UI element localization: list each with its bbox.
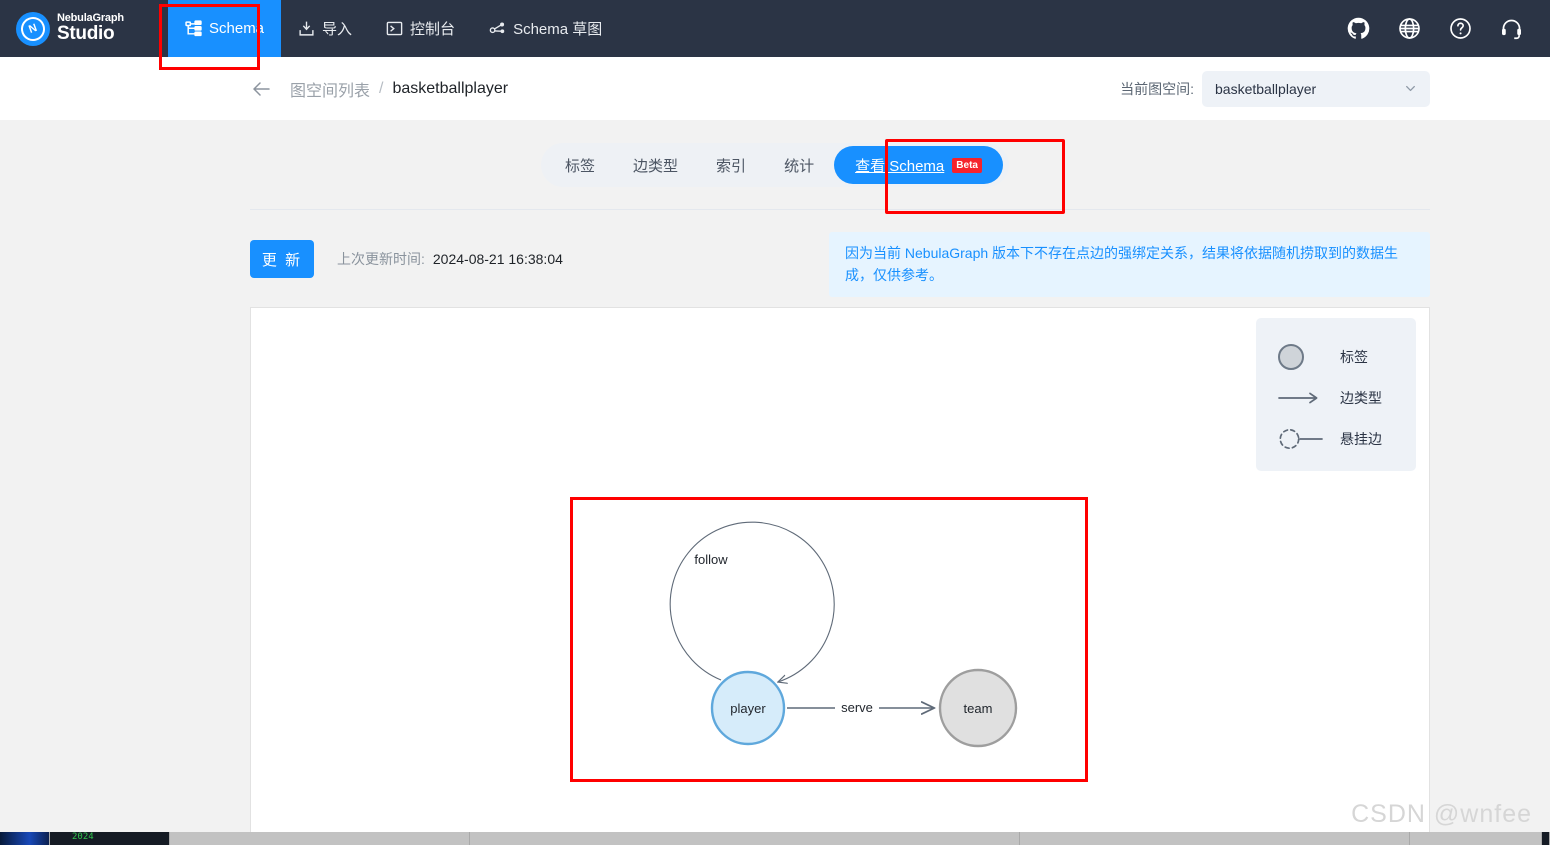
nav-item-schema[interactable]: Schema xyxy=(168,0,282,57)
nav-item-import[interactable]: 导入 xyxy=(281,0,369,57)
taskbar-tray[interactable] xyxy=(1542,832,1550,845)
globe-language-icon[interactable] xyxy=(1398,17,1421,40)
graph-space-select-value: basketballplayer xyxy=(1215,80,1317,97)
tab-tags-label: 标签 xyxy=(565,157,596,175)
schema-graph-svg: follow serve player team xyxy=(669,521,1018,748)
app-logo[interactable]: N NebulaGraph Studio xyxy=(16,11,156,46)
logo-letter: N xyxy=(17,13,49,44)
schema-tab-row: 标签 边类型 索引 统计 查看 Schema Beta xyxy=(0,120,1550,210)
nav-item-schema-sketch[interactable]: Schema 草图 xyxy=(472,0,619,57)
nav-item-schema-sketch-label: Schema 草图 xyxy=(513,21,603,38)
tab-statistics-label: 统计 xyxy=(784,157,815,175)
last-update-value: 2024-08-21 16:38:04 xyxy=(432,251,563,267)
graph-node-team-label: team xyxy=(964,701,993,716)
nav-item-console[interactable]: 控制台 xyxy=(369,0,472,57)
graph-space-select[interactable]: basketballplayer xyxy=(1202,70,1430,107)
breadcrumb-current: basketballplayer xyxy=(392,79,509,97)
import-icon xyxy=(298,20,315,37)
graph-legend: 标签 边类型 悬挂边 xyxy=(1256,318,1416,471)
tab-pill-group: 标签 边类型 索引 统计 查看 Schema Beta xyxy=(541,143,1009,187)
nebula-logo-icon: N xyxy=(16,11,50,46)
graph-sketch-icon xyxy=(489,20,506,37)
legend-item-edge-type: 边类型 xyxy=(1278,377,1416,418)
brand-name-line2: Studio xyxy=(57,23,115,45)
graph-space-label: 当前图空间: xyxy=(1120,80,1194,97)
legend-item-dangling-edge: 悬挂边 xyxy=(1278,418,1416,459)
taskbar-terminal[interactable]: 2024 xyxy=(50,832,170,845)
legend-item-edge-type-label: 边类型 xyxy=(1340,389,1382,406)
tab-indexes[interactable]: 索引 xyxy=(698,147,764,183)
top-navigation-bar: N NebulaGraph Studio Schema 导入 控制台 Schem… xyxy=(0,0,1550,57)
nav-item-schema-label: Schema xyxy=(209,20,265,37)
tab-edge-types[interactable]: 边类型 xyxy=(615,147,696,183)
legend-item-tag-label: 标签 xyxy=(1340,348,1368,365)
graph-node-player-label: player xyxy=(730,701,766,716)
tab-divider xyxy=(250,209,1430,210)
schema-notice-banner: 因为当前 NebulaGraph 版本下不存在点边的强绑定关系，结果将依据随机捞… xyxy=(829,232,1430,298)
taskbar-window-4[interactable] xyxy=(1410,832,1542,845)
tab-view-schema[interactable]: 查看 Schema Beta xyxy=(834,146,1003,184)
last-update-label: 上次更新时间: xyxy=(337,251,425,267)
tab-statistics[interactable]: 统计 xyxy=(766,147,832,183)
sitemap-icon xyxy=(185,20,202,37)
breadcrumb-parent-link[interactable]: 图空间列表 xyxy=(290,77,370,101)
last-update-info: 上次更新时间: 2024-08-21 16:38:04 xyxy=(337,249,563,269)
legend-item-dangling-edge-label: 悬挂边 xyxy=(1340,430,1382,447)
tab-edge-types-label: 边类型 xyxy=(633,157,679,175)
nav-right-icon-group xyxy=(1347,17,1523,40)
breadcrumb: 图空间列表 / basketballplayer xyxy=(290,77,508,101)
taskbar-window-1[interactable] xyxy=(170,832,470,845)
taskbar-window-2[interactable] xyxy=(470,832,1020,845)
nav-item-import-label: 导入 xyxy=(322,21,353,38)
tab-view-schema-label: 查看 Schema xyxy=(855,157,945,175)
update-button[interactable]: 更 新 xyxy=(250,240,314,278)
nav-item-list: Schema 导入 控制台 Schema 草图 xyxy=(168,0,619,57)
legend-item-tag: 标签 xyxy=(1278,336,1416,377)
schema-notice-text: 因为当前 NebulaGraph 版本下不存在点边的强绑定关系，结果将依据随机捞… xyxy=(845,245,1399,283)
edge-serve-label: serve xyxy=(841,700,873,715)
tab-tags[interactable]: 标签 xyxy=(547,147,613,183)
dashed-circle-line-icon xyxy=(1278,427,1324,451)
breadcrumb-separator: / xyxy=(379,79,384,97)
schema-graph-canvas[interactable]: follow serve player team 标签 边类型 悬挂边 xyxy=(250,307,1430,835)
help-circle-icon[interactable] xyxy=(1449,17,1472,40)
watermark: CSDN @wnfee xyxy=(1351,800,1532,828)
github-icon[interactable] xyxy=(1347,17,1370,40)
os-taskbar: 2024 xyxy=(0,832,1550,845)
arrow-left-icon[interactable] xyxy=(250,78,272,100)
taskbar-app-1[interactable] xyxy=(0,832,50,845)
graph-space-selector-group: 当前图空间: basketballplayer xyxy=(1120,70,1430,107)
tab-indexes-label: 索引 xyxy=(716,157,747,175)
headset-support-icon[interactable] xyxy=(1500,17,1523,40)
taskbar-window-3[interactable] xyxy=(1020,832,1410,845)
chevron-down-icon xyxy=(1404,82,1417,95)
nav-item-console-label: 控制台 xyxy=(410,21,456,38)
edge-follow-path xyxy=(669,521,835,682)
edge-follow-label: follow xyxy=(694,552,728,567)
arrow-icon xyxy=(1278,391,1324,405)
console-icon xyxy=(386,20,403,37)
beta-badge: Beta xyxy=(952,157,982,173)
solid-circle-icon xyxy=(1278,343,1324,370)
update-toolbar: 更 新 上次更新时间: 2024-08-21 16:38:04 xyxy=(250,240,563,278)
breadcrumb-bar: 图空间列表 / basketballplayer 当前图空间: basketba… xyxy=(0,57,1550,120)
